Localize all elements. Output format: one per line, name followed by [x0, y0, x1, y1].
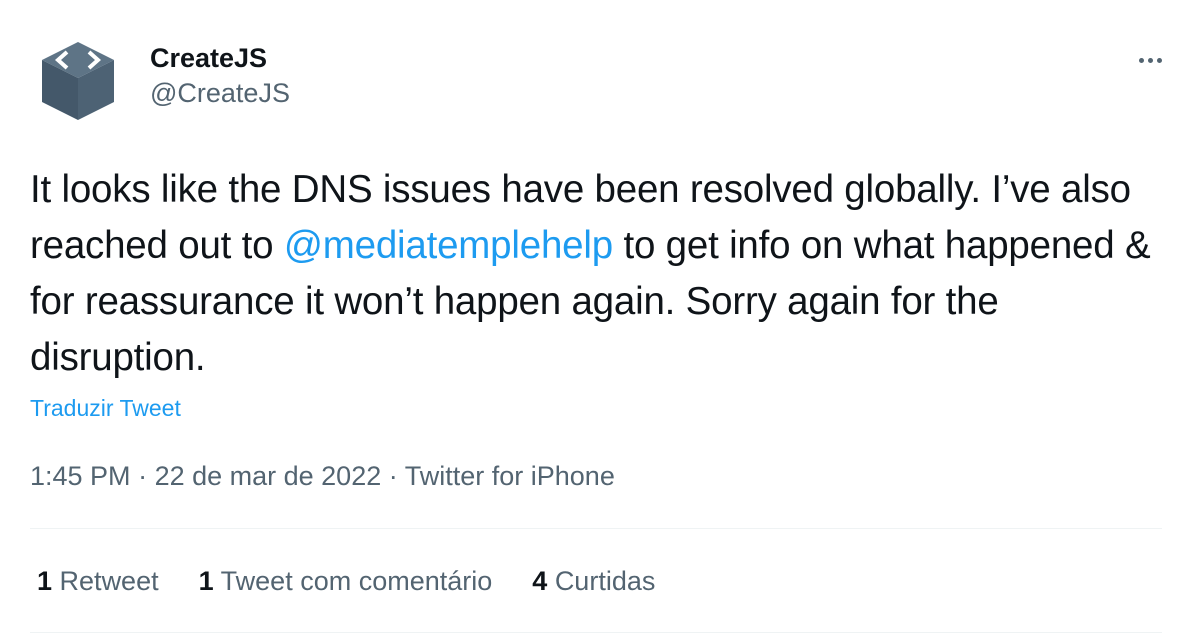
divider	[30, 632, 1162, 633]
retweets-count: 1	[37, 566, 53, 596]
tweet-text: It looks like the DNS issues have been r…	[30, 162, 1180, 386]
quote-tweets-label: Tweet com comentário	[220, 566, 493, 596]
tweet-stats: 1 Retweet 1 Tweet com comentário 4 Curti…	[37, 562, 655, 600]
more-horizontal-icon	[1138, 57, 1144, 63]
author-display-name[interactable]: CreateJS	[150, 40, 290, 76]
likes-count: 4	[532, 566, 548, 596]
quote-tweets-count: 1	[198, 566, 214, 596]
meta-separator: ·	[381, 461, 405, 491]
quote-tweets-stat[interactable]: 1 Tweet com comentário	[199, 562, 493, 600]
retweets-stat[interactable]: 1 Retweet	[37, 562, 159, 600]
tweet-date[interactable]: 22 de mar de 2022	[155, 461, 382, 491]
more-horizontal-icon	[1147, 57, 1153, 63]
tweet-time[interactable]: 1:45 PM	[30, 461, 131, 491]
likes-stat[interactable]: 4 Curtidas	[532, 562, 655, 600]
author-handle[interactable]: @CreateJS	[150, 76, 290, 110]
author-info: CreateJS @CreateJS	[150, 40, 290, 110]
more-horizontal-icon	[1156, 57, 1162, 63]
mention-link[interactable]: @mediatemplehelp	[284, 224, 613, 267]
code-brackets-box-icon	[42, 42, 114, 120]
divider	[30, 528, 1162, 529]
meta-separator: ·	[130, 461, 155, 491]
avatar[interactable]	[38, 40, 118, 120]
more-options-button[interactable]	[1130, 40, 1170, 80]
tweet-source[interactable]: Twitter for iPhone	[405, 461, 615, 491]
likes-label: Curtidas	[554, 566, 656, 596]
tweet-card: CreateJS @CreateJS It looks like the DNS…	[0, 0, 1200, 636]
tweet-metadata: 1:45 PM · 22 de mar de 2022 · Twitter fo…	[30, 458, 615, 494]
retweets-label: Retweet	[59, 566, 159, 596]
translate-tweet-link[interactable]: Traduzir Tweet	[30, 393, 181, 423]
